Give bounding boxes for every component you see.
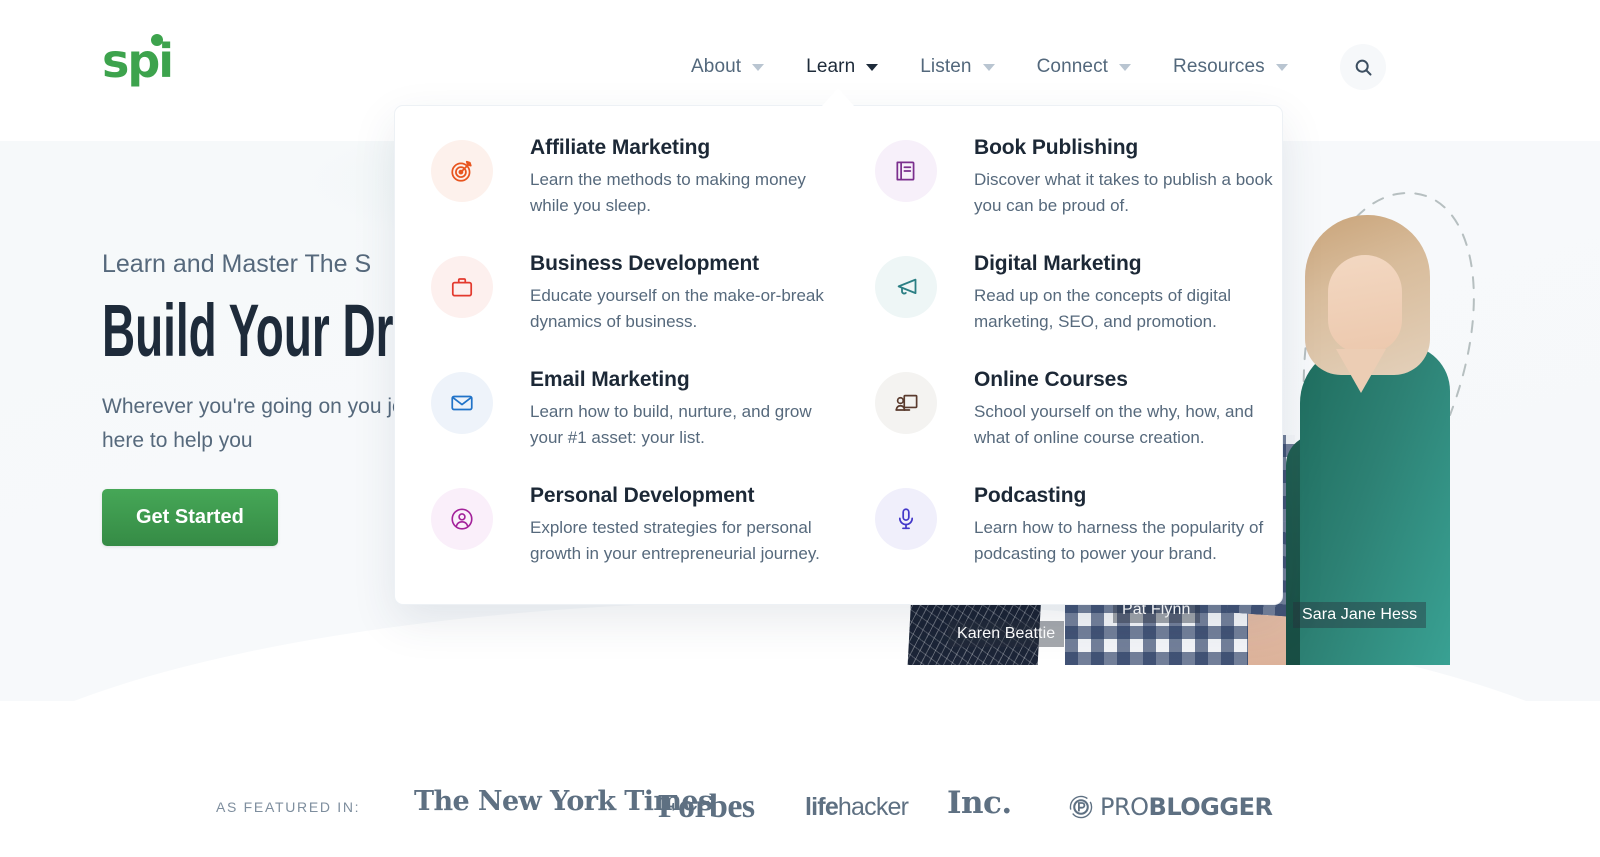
menu-item-title: Affiliate Marketing — [530, 136, 711, 159]
learn-mega-menu: Affiliate Marketing Learn the methods to… — [394, 105, 1283, 605]
nav-item-listen[interactable]: Listen — [899, 50, 1015, 84]
menu-item-text: Online Courses School yourself on the wh… — [974, 362, 1289, 452]
person-sara-face — [1328, 255, 1402, 353]
menu-item-desc: Educate yourself on the make-or-break dy… — [530, 286, 824, 332]
mega-menu-grid: Affiliate Marketing Learn the methods to… — [395, 106, 1284, 594]
chevron-down-icon — [1119, 63, 1132, 71]
menu-item-desc: Learn the methods to making money while … — [530, 170, 806, 216]
menu-item-affiliate-marketing[interactable]: Affiliate Marketing Learn the methods to… — [395, 130, 839, 246]
chevron-down-icon — [866, 63, 879, 71]
nav-label-listen: Listen — [920, 56, 972, 77]
briefcase-icon-wrapper — [431, 256, 493, 318]
person-label-sara: Sara Jane Hess — [1293, 602, 1427, 628]
menu-item-text: Book Publishing Discover what it takes t… — [974, 130, 1289, 220]
menu-item-desc: Learn how to harness the popularity of p… — [974, 518, 1264, 564]
menu-item-text: Digital Marketing Read up on the concept… — [974, 246, 1289, 336]
menu-item-title: Book Publishing — [974, 136, 1139, 159]
menu-item-text: Podcasting Learn how to harness the popu… — [974, 478, 1289, 568]
nav-label-learn: Learn — [806, 56, 856, 77]
menu-item-desc: School yourself on the why, how, and wha… — [974, 402, 1254, 448]
nav-label-resources: Resources — [1173, 56, 1265, 77]
menu-item-title: Personal Development — [530, 484, 755, 507]
menu-item-desc: Read up on the concepts of digital marke… — [974, 286, 1232, 332]
logo-problogger-blogger: BLOGGER — [1148, 793, 1273, 821]
menu-item-personal-development[interactable]: Personal Development Explore tested stra… — [395, 478, 839, 594]
chevron-down-icon — [1275, 63, 1288, 71]
nav-item-resources[interactable]: Resources — [1152, 50, 1309, 84]
logo-inc: Inc. — [947, 785, 1012, 821]
logo-problogger: PROBLOGGER — [1068, 793, 1273, 821]
menu-item-podcasting[interactable]: Podcasting Learn how to harness the popu… — [839, 478, 1283, 594]
logo-problogger-pro: PRO — [1100, 793, 1149, 821]
logo-forbes: Forbes — [658, 788, 755, 825]
menu-item-desc: Learn how to build, nurture, and grow yo… — [530, 402, 812, 448]
logo-problogger-text: PROBLOGGER — [1100, 793, 1273, 821]
menu-item-text: Business Development Educate yourself on… — [530, 246, 845, 336]
menu-item-title: Business Development — [530, 252, 760, 275]
envelope-icon — [451, 395, 473, 411]
search-icon — [1355, 59, 1372, 76]
nav-item-connect[interactable]: Connect — [1016, 50, 1152, 84]
spi-logo-dot — [151, 34, 163, 46]
logo-lifehacker: lifehacker — [805, 793, 909, 822]
nav-label-connect: Connect — [1036, 56, 1109, 77]
briefcase-icon — [451, 278, 473, 297]
target-icon — [451, 160, 472, 182]
megaphone-icon — [897, 278, 916, 294]
menu-item-email-marketing[interactable]: Email Marketing Learn how to build, nurt… — [395, 362, 839, 478]
menu-item-title: Podcasting — [974, 484, 1087, 507]
problogger-mark-icon — [1069, 795, 1093, 819]
menu-item-desc: Discover what it takes to publish a book… — [974, 170, 1273, 216]
menu-item-text: Email Marketing Learn how to build, nurt… — [530, 362, 845, 452]
menu-item-title: Digital Marketing — [974, 252, 1142, 275]
featured-label: AS FEATURED IN: — [216, 799, 361, 815]
menu-item-text: Personal Development Explore tested stra… — [530, 478, 845, 568]
chevron-down-icon — [752, 63, 765, 71]
presentation-icon-wrapper — [875, 372, 937, 434]
menu-item-title: Online Courses — [974, 368, 1128, 391]
menu-item-digital-marketing[interactable]: Digital Marketing Read up on the concept… — [839, 246, 1283, 362]
nav-label-about: About — [691, 56, 742, 77]
nav-item-about[interactable]: About — [670, 50, 785, 84]
microphone-icon — [898, 508, 914, 530]
spi-logo[interactable]: spi — [102, 38, 174, 84]
book-icon — [896, 161, 915, 181]
menu-item-desc: Explore tested strategies for personal g… — [530, 518, 820, 564]
user-circle-icon — [451, 508, 473, 530]
menu-item-text: Affiliate Marketing Learn the methods to… — [530, 130, 845, 220]
microphone-icon-wrapper — [875, 488, 937, 550]
logo-lifehacker-bold: life — [805, 793, 839, 821]
as-featured-in-bar: AS FEATURED IN: The New York Times Forbe… — [0, 770, 1600, 857]
logo-lifehacker-rest: hacker — [837, 793, 909, 821]
envelope-icon-wrapper — [431, 372, 493, 434]
target-icon-wrapper — [431, 140, 493, 202]
menu-item-book-publishing[interactable]: Book Publishing Discover what it takes t… — [839, 130, 1283, 246]
person-label-karen: Karen Beattie — [948, 621, 1065, 647]
menu-item-title: Email Marketing — [530, 368, 690, 391]
user-circle-icon-wrapper — [431, 488, 493, 550]
menu-item-business-development[interactable]: Business Development Educate yourself on… — [395, 246, 839, 362]
nav-item-learn[interactable]: Learn — [785, 50, 899, 84]
presentation-icon — [894, 394, 917, 411]
chevron-down-icon — [982, 63, 995, 71]
menu-item-online-courses[interactable]: Online Courses School yourself on the wh… — [839, 362, 1283, 478]
book-icon-wrapper — [875, 140, 937, 202]
megaphone-icon-wrapper — [875, 256, 937, 318]
get-started-button[interactable]: Get Started — [102, 488, 278, 546]
search-button[interactable] — [1340, 44, 1386, 90]
main-navigation: About Learn Listen Connect Resources — [670, 50, 1309, 84]
